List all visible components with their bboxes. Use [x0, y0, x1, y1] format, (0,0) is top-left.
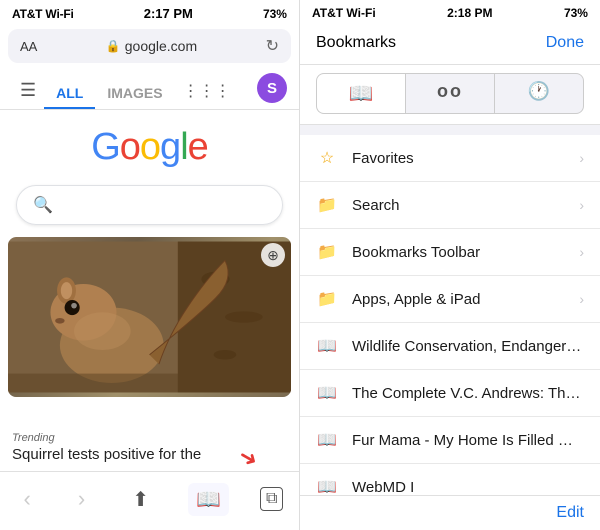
- list-item[interactable]: ☆ Favorites ›: [300, 135, 600, 182]
- time-right: 2:18 PM: [447, 6, 492, 20]
- item-label: Favorites: [352, 150, 571, 167]
- folder-icon: 📁: [316, 241, 338, 263]
- hamburger-icon[interactable]: ☰: [12, 74, 44, 109]
- logo-o1: o: [120, 126, 140, 168]
- list-item[interactable]: 📁 Search ›: [300, 182, 600, 229]
- bookmarks-header: Bookmarks Done: [300, 24, 600, 65]
- carrier-right: AT&T Wi-Fi: [312, 6, 376, 20]
- share-button[interactable]: ⬆: [124, 483, 157, 516]
- bottom-edit-bar: Edit: [300, 495, 600, 530]
- logo-e: e: [188, 126, 208, 168]
- list-item[interactable]: 📖 WebMD I: [300, 464, 600, 495]
- book-icon: 📖: [316, 335, 338, 357]
- carrier-left: AT&T Wi-Fi: [12, 7, 74, 21]
- url-text: google.com: [125, 38, 197, 54]
- item-label: Bookmarks Toolbar: [352, 244, 571, 261]
- item-label: WebMD I: [352, 479, 584, 496]
- bottom-toolbar: ‹ › ⬆ 📖 ⧉: [0, 471, 299, 530]
- logo-o2: o: [140, 126, 160, 168]
- tab-all[interactable]: ALL: [44, 79, 95, 109]
- chevron-icon: ›: [579, 197, 584, 213]
- tab-history[interactable]: 🕐: [495, 73, 584, 114]
- right-panel: AT&T Wi-Fi 2:18 PM 73% Bookmarks Done 📖 …: [300, 0, 600, 530]
- item-label: Apps, Apple & iPad: [352, 291, 571, 308]
- nav-tabs: ☰ ALL IMAGES ⋮⋮⋮ S: [0, 67, 299, 110]
- item-label: Wildlife Conservation, Endangered Sp...: [352, 338, 584, 355]
- item-label: Fur Mama - My Home Is Filled With W...: [352, 432, 584, 449]
- battery-right: 73%: [564, 6, 588, 20]
- forward-button[interactable]: ›: [70, 482, 93, 516]
- search-icon: 🔍: [33, 195, 53, 215]
- bookmarks-button[interactable]: 📖: [188, 483, 229, 516]
- chevron-icon: ›: [579, 244, 584, 260]
- book-icon: 📖: [316, 382, 338, 404]
- battery-left: 73%: [263, 7, 287, 21]
- google-logo: Google: [0, 110, 299, 179]
- tab-images[interactable]: IMAGES: [95, 79, 174, 109]
- squirrel-image: ⊕: [8, 237, 291, 397]
- list-item[interactable]: 📖 The Complete V.C. Andrews: The Libr...: [300, 370, 600, 417]
- search-bar[interactable]: 🔍: [16, 185, 283, 225]
- lock-icon: 🔒: [106, 39, 121, 53]
- aa-label: AA: [20, 39, 37, 54]
- url-display[interactable]: 🔒 google.com: [106, 38, 197, 54]
- folder-icon: 📁: [316, 288, 338, 310]
- book-icon: 📖: [316, 476, 338, 495]
- tab-bookmarks[interactable]: 📖: [316, 73, 405, 114]
- logo-g2: g: [160, 126, 180, 168]
- tab-reading-list[interactable]: oo: [405, 73, 495, 114]
- reload-icon[interactable]: ↻: [266, 36, 279, 56]
- photo-button[interactable]: ⊕: [261, 243, 285, 267]
- time-left: 2:17 PM: [144, 6, 193, 21]
- aa-button[interactable]: AA: [20, 39, 37, 54]
- grid-icon[interactable]: ⋮⋮⋮: [175, 75, 239, 109]
- trending-section: Trending Squirrel tests positive for the…: [0, 424, 299, 467]
- arrow-icon: ➜: [233, 442, 262, 474]
- chevron-icon: ›: [579, 150, 584, 166]
- bookmarks-title: Bookmarks: [316, 34, 396, 52]
- book-icon: 📖: [316, 429, 338, 451]
- image-section: ⊕: [8, 237, 291, 424]
- item-label: The Complete V.C. Andrews: The Libr...: [352, 385, 584, 402]
- edit-button[interactable]: Edit: [556, 504, 584, 522]
- left-panel: AT&T Wi-Fi 2:17 PM 73% AA 🔒 google.com ↻…: [0, 0, 300, 530]
- bookmark-type-tabs: 📖 oo 🕐: [300, 65, 600, 125]
- user-avatar[interactable]: S: [257, 73, 287, 103]
- list-item[interactable]: 📖 Fur Mama - My Home Is Filled With W...: [300, 417, 600, 464]
- star-icon: ☆: [316, 147, 338, 169]
- list-item[interactable]: 📁 Apps, Apple & iPad ›: [300, 276, 600, 323]
- tabs-button[interactable]: ⧉: [260, 487, 283, 511]
- back-button[interactable]: ‹: [16, 482, 39, 516]
- list-item[interactable]: 📖 Wildlife Conservation, Endangered Sp..…: [300, 323, 600, 370]
- status-bar-left: AT&T Wi-Fi 2:17 PM 73%: [0, 0, 299, 25]
- chevron-icon: ›: [579, 291, 584, 307]
- done-button[interactable]: Done: [546, 34, 584, 52]
- address-bar[interactable]: AA 🔒 google.com ↻: [8, 29, 291, 63]
- trending-text: Squirrel tests positive for the ➜: [12, 446, 287, 463]
- bookmarks-list: ☆ Favorites › 📁 Search › 📁 Bookmarks Too…: [300, 135, 600, 495]
- logo-l: l: [180, 126, 187, 168]
- logo-g: G: [91, 126, 120, 168]
- folder-icon: 📁: [316, 194, 338, 216]
- status-bar-right: AT&T Wi-Fi 2:18 PM 73%: [300, 0, 600, 24]
- item-label: Search: [352, 197, 571, 214]
- list-item[interactable]: 📁 Bookmarks Toolbar ›: [300, 229, 600, 276]
